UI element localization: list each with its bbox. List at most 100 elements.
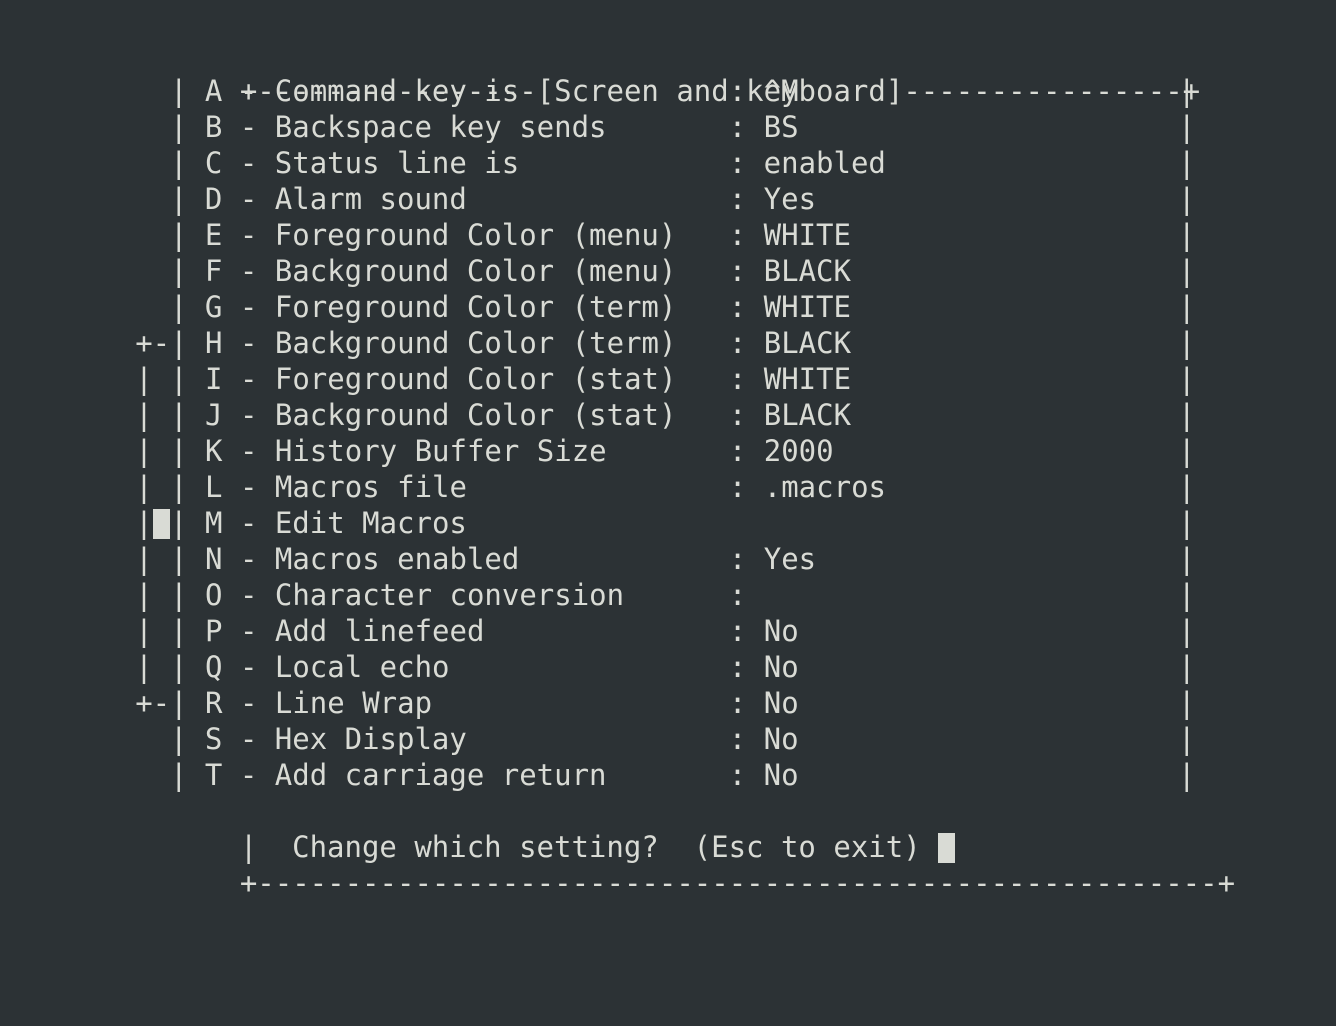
dialog-right-edge: | xyxy=(1178,325,1195,361)
item-value[interactable]: WHITE xyxy=(764,290,851,324)
item-key[interactable]: L - xyxy=(188,470,275,504)
item-value[interactable]: BLACK xyxy=(764,254,851,288)
dialog-right-edge: | xyxy=(1178,289,1195,325)
outer-corner-glyph: +- xyxy=(135,326,170,360)
item-key[interactable]: D - xyxy=(187,182,274,216)
outer-edge-glyph: | xyxy=(135,578,170,612)
item-key[interactable]: S - xyxy=(187,722,274,756)
dialog-item-row[interactable]: +-| H - Background Color (term) : BLACK| xyxy=(0,325,851,361)
dialog-item-row[interactable]: | E - Foreground Color (menu) : WHITE| xyxy=(0,217,851,253)
dialog-right-edge: | xyxy=(1178,541,1195,577)
dialog-item-row[interactable]: | | P - Add linefeed : No| xyxy=(0,613,799,649)
item-key[interactable]: R - xyxy=(188,686,275,720)
item-label: Foreground Color (term) xyxy=(275,290,729,324)
dialog-item-row[interactable]: || M - Edit Macros | xyxy=(0,505,729,541)
dialog-item-row[interactable]: | | Q - Local echo : No| xyxy=(0,649,799,685)
outer-window-cursor[interactable] xyxy=(153,509,170,539)
dialog-item-row[interactable]: | D - Alarm sound : Yes| xyxy=(0,181,816,217)
item-label: Background Color (term) xyxy=(275,326,729,360)
dialog-item-row[interactable]: | | K - History Buffer Size : 2000| xyxy=(0,433,834,469)
dialog-right-edge: | xyxy=(1178,613,1195,649)
item-value[interactable]: Yes xyxy=(764,542,816,576)
item-key[interactable]: B - xyxy=(187,110,274,144)
dialog-right-edge: | xyxy=(1178,145,1195,181)
dialog-item-row[interactable]: | | J - Background Color (stat) : BLACK| xyxy=(0,397,851,433)
item-label: Line Wrap xyxy=(275,686,729,720)
item-value[interactable]: Yes xyxy=(764,182,816,216)
item-separator: : xyxy=(729,146,764,180)
outer-window-edge: | xyxy=(0,577,170,613)
item-key[interactable]: F - xyxy=(187,254,274,288)
item-value[interactable]: No xyxy=(764,722,799,756)
item-value[interactable]: .macros xyxy=(764,470,886,504)
top-border-right-segment: ----------------+ xyxy=(903,74,1200,108)
item-key[interactable]: H - xyxy=(188,326,275,360)
dialog-left-edge: | xyxy=(170,722,187,756)
item-label: Command key is xyxy=(275,74,729,108)
dialog-right-edge: | xyxy=(1178,109,1195,145)
item-label: Background Color (menu) xyxy=(275,254,729,288)
item-value[interactable]: No xyxy=(764,650,799,684)
outer-edge-glyph: | xyxy=(135,398,170,432)
item-value[interactable]: BS xyxy=(764,110,799,144)
dialog-bottom-border: +---------------------------------------… xyxy=(0,829,1235,865)
item-value[interactable]: No xyxy=(764,758,799,792)
dialog-item-row[interactable]: | A - Command key is : ^M| xyxy=(0,73,799,109)
dialog-item-row[interactable]: | | L - Macros file : .macros| xyxy=(0,469,886,505)
item-key[interactable]: O - xyxy=(188,578,275,612)
item-key[interactable]: T - xyxy=(187,758,274,792)
dialog-left-edge: | xyxy=(170,758,187,792)
item-value[interactable]: 2000 xyxy=(764,434,834,468)
dialog-item-row[interactable]: | T - Add carriage return : No| xyxy=(0,757,799,793)
item-value[interactable]: enabled xyxy=(764,146,886,180)
dialog-item-row[interactable]: | S - Hex Display : No| xyxy=(0,721,799,757)
item-value[interactable]: WHITE xyxy=(764,218,851,252)
dialog-item-row[interactable]: | | N - Macros enabled : Yes| xyxy=(0,541,816,577)
item-value[interactable]: WHITE xyxy=(764,362,851,396)
item-key[interactable]: A - xyxy=(187,74,274,108)
item-separator: : xyxy=(729,182,764,216)
item-value[interactable]: ^M xyxy=(764,74,799,108)
item-separator: : xyxy=(729,362,764,396)
item-key[interactable]: J - xyxy=(188,398,275,432)
outer-edge-glyph: | xyxy=(135,470,170,504)
item-key[interactable]: K - xyxy=(188,434,275,468)
dialog-right-edge: | xyxy=(1178,433,1195,469)
item-label: Status line is xyxy=(275,146,729,180)
item-separator: : xyxy=(729,290,764,324)
dialog-left-edge: | xyxy=(170,362,187,396)
item-label: Add linefeed xyxy=(275,614,729,648)
item-label: Foreground Color (stat) xyxy=(275,362,729,396)
dialog-item-row[interactable]: | F - Background Color (menu) : BLACK| xyxy=(0,253,851,289)
item-key[interactable]: E - xyxy=(187,218,274,252)
item-key[interactable]: M - xyxy=(188,506,275,540)
item-key[interactable]: Q - xyxy=(188,650,275,684)
dialog-item-row[interactable]: +-| R - Line Wrap : No| xyxy=(0,685,799,721)
item-value[interactable]: BLACK xyxy=(764,326,851,360)
dialog-item-row[interactable]: | G - Foreground Color (term) : WHITE| xyxy=(0,289,851,325)
item-key[interactable]: N - xyxy=(188,542,275,576)
dialog-left-edge: | xyxy=(170,182,187,216)
item-label: Macros enabled xyxy=(275,542,729,576)
dialog-left-edge: | xyxy=(170,74,187,108)
item-value[interactable]: No xyxy=(764,614,799,648)
dialog-left-edge: | xyxy=(170,326,187,360)
item-value[interactable]: No xyxy=(764,686,799,720)
dialog-item-row[interactable]: | B - Backspace key sends : BS| xyxy=(0,109,799,145)
outer-window-edge: | xyxy=(0,433,170,469)
dialog-item-row[interactable]: | | I - Foreground Color (stat) : WHITE| xyxy=(0,361,851,397)
dialog-item-row[interactable]: | | O - Character conversion : | xyxy=(0,577,764,613)
item-key[interactable]: I - xyxy=(188,362,275,396)
dialog-right-edge: | xyxy=(1178,757,1195,793)
dialog-left-edge: | xyxy=(170,110,187,144)
outer-window-corner: +- xyxy=(0,685,170,721)
item-key[interactable]: G - xyxy=(187,290,274,324)
outer-edge-glyph: | xyxy=(135,434,170,468)
dialog-item-row[interactable]: | C - Status line is : enabled| xyxy=(0,145,886,181)
item-value[interactable]: BLACK xyxy=(764,398,851,432)
outer-window-edge: | xyxy=(0,613,170,649)
item-key[interactable]: C - xyxy=(187,146,274,180)
item-key[interactable]: P - xyxy=(188,614,275,648)
outer-window-edge-selected: | xyxy=(0,505,170,541)
item-separator: : xyxy=(729,650,764,684)
